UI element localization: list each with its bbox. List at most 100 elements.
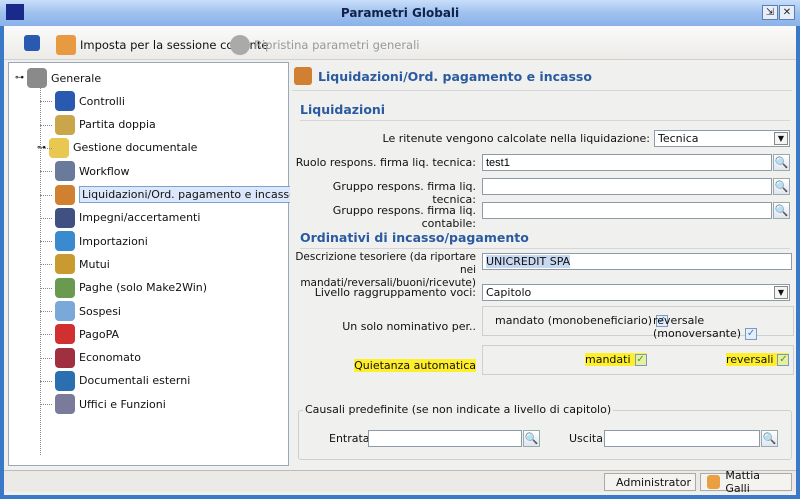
tree-item-icon xyxy=(55,324,75,345)
divider xyxy=(300,248,790,249)
checkbox-checked-icon[interactable]: ✓ xyxy=(745,328,758,340)
divider xyxy=(292,90,792,91)
gruppo-contabile-label: Gruppo respons. firma liq. contabile: xyxy=(332,204,476,230)
tree-item-label: Liquidazioni/Ord. pagamento e incasso xyxy=(79,186,299,203)
restore-window-button[interactable]: ⇲ xyxy=(762,5,778,20)
tree-item-icon xyxy=(55,161,75,182)
tree-line xyxy=(40,264,52,266)
user-info-icon xyxy=(707,475,721,489)
tree-item[interactable]: Workflow xyxy=(55,160,130,182)
tree-item[interactable]: ⊶ Generale xyxy=(15,67,101,89)
tree-item-icon xyxy=(55,394,75,415)
section-liquidazioni: Liquidazioni xyxy=(300,102,386,117)
entrata-label: Entrata xyxy=(329,432,370,445)
role-label: Administrator xyxy=(616,475,691,489)
tree-item[interactable]: PagoPA xyxy=(55,323,119,345)
section-ordinativi: Ordinativi di incasso/pagamento xyxy=(300,230,529,245)
tree-item-label: Paghe (solo Make2Win) xyxy=(79,281,208,295)
gruppo-contabile-input[interactable] xyxy=(482,202,772,219)
tree-item-label: Mutui xyxy=(79,257,110,271)
tree-line xyxy=(40,287,52,289)
tree-item-icon xyxy=(55,301,75,321)
gruppo-tecnica-input[interactable] xyxy=(482,178,772,195)
tree-item[interactable]: ⊶ Gestione documentale xyxy=(37,137,198,159)
tree-item[interactable]: Sospesi xyxy=(55,300,121,322)
tree-item-icon xyxy=(27,68,47,88)
tree-item[interactable]: Impegni/accertamenti xyxy=(55,207,200,229)
checkbox-checked-icon[interactable]: ✓ xyxy=(777,354,790,366)
tree-item-icon xyxy=(55,207,75,228)
livello-select[interactable]: Capitolo xyxy=(482,284,790,301)
tree-item-icon xyxy=(55,347,75,368)
status-role: Administrator xyxy=(604,473,696,491)
title-bar: Parametri Globali ⇲ ✕ xyxy=(0,0,800,26)
expander-icon[interactable]: ⊶ xyxy=(15,73,24,83)
tree-item-label: Generale xyxy=(51,71,102,85)
chevron-down-icon[interactable]: ▼ xyxy=(774,132,788,145)
reversale-label: reversale (monoversante) xyxy=(653,314,742,340)
reversale-checkbox[interactable]: reversale (monoversante) ✓ xyxy=(653,314,793,340)
tree-item-label: Sospesi xyxy=(79,304,121,318)
divider xyxy=(300,120,790,121)
restore-defaults-button[interactable]: Ripristina parametri generali xyxy=(230,35,420,55)
nominativo-box: mandato (monobeneficiario) ✓ reversale (m… xyxy=(482,306,794,340)
tree-line xyxy=(40,171,52,173)
causali-group: Causali predefinite (se non indicate a l… xyxy=(298,403,792,460)
ruolo-label: Ruolo respons. firma liq. tecnica: xyxy=(295,156,476,169)
search-icon[interactable]: 🔍 xyxy=(773,154,790,171)
tree-item[interactable]: Paghe (solo Make2Win) xyxy=(55,277,207,299)
tree-item-label: Controlli xyxy=(79,94,125,108)
tree-line xyxy=(40,404,52,406)
search-icon[interactable]: 🔍 xyxy=(773,178,790,195)
ritenute-label: Le ritenute vengono calcolate nella liqu… xyxy=(382,132,650,145)
tree-line xyxy=(40,334,52,336)
descrizione-label-line1: Descrizione tesoriere (da riportare nei xyxy=(295,251,476,276)
tree-item[interactable]: Importazioni xyxy=(55,230,148,252)
ruolo-input[interactable] xyxy=(482,154,772,171)
tree-item[interactable]: Partita doppia xyxy=(55,114,156,136)
entrata-input[interactable] xyxy=(368,430,522,447)
tree-item-label: Gestione documentale xyxy=(73,141,198,155)
tree-item-label: Importazioni xyxy=(79,234,148,248)
tree-item[interactable]: Liquidazioni/Ord. pagamento e incasso xyxy=(55,184,299,206)
quietanza-mandati-checkbox[interactable]: mandati ✓ xyxy=(585,353,647,366)
status-user: Mattia Galli xyxy=(700,469,792,495)
tree-line xyxy=(40,217,52,219)
close-window-button[interactable]: ✕ xyxy=(779,5,795,20)
tree-item[interactable]: Economato xyxy=(55,347,141,369)
tree-item[interactable]: Controlli xyxy=(55,90,125,112)
tree-item-label: Economato xyxy=(79,351,141,365)
window-body: Imposta per la sessione corrente Riprist… xyxy=(4,26,796,495)
save-button[interactable] xyxy=(24,35,40,51)
ritenute-select[interactable]: Tecnica xyxy=(654,130,790,147)
tree-line xyxy=(40,380,52,382)
tree-item-icon xyxy=(55,370,75,391)
tree-item-label: Impegni/accertamenti xyxy=(79,211,201,225)
descrizione-input[interactable]: UNICREDIT SPA xyxy=(482,253,792,270)
status-bar: Administrator Mattia Galli xyxy=(4,469,796,495)
search-icon[interactable]: 🔍 xyxy=(523,430,540,447)
mandato-checkbox[interactable]: mandato (monobeneficiario) ✓ xyxy=(495,314,668,327)
quietanza-reversali-label: reversali xyxy=(726,353,774,366)
tree-item[interactable]: Mutui xyxy=(55,253,110,275)
tree-item-icon xyxy=(55,184,75,205)
settings-tree: ⊶ Generale Controlli Partita doppia ⊶ Gestion… xyxy=(8,62,299,466)
uscita-input[interactable] xyxy=(604,430,760,447)
user-check-icon xyxy=(56,35,76,55)
quietanza-reversali-checkbox[interactable]: reversali ✓ xyxy=(726,353,790,366)
tree-item-icon xyxy=(55,277,75,298)
tree-item[interactable]: Uffici e Funzioni xyxy=(55,393,166,415)
search-icon[interactable]: 🔍 xyxy=(773,202,790,219)
tree-line xyxy=(40,85,41,455)
tree-item[interactable]: Documentali esterni xyxy=(55,370,190,392)
tree-line xyxy=(40,241,52,243)
quietanza-label: Quietanza automatica xyxy=(354,359,476,372)
liquidazioni-icon xyxy=(294,67,312,85)
chevron-down-icon[interactable]: ▼ xyxy=(774,286,788,299)
checkbox-checked-icon[interactable]: ✓ xyxy=(634,354,647,366)
quietanza-mandati-label: mandati xyxy=(585,353,631,366)
panel-title: Liquidazioni/Ord. pagamento e incasso xyxy=(318,68,592,84)
ritenute-value: Tecnica xyxy=(658,132,699,145)
search-icon[interactable]: 🔍 xyxy=(761,430,778,447)
restore-defaults-label: Ripristina parametri generali xyxy=(254,38,420,52)
